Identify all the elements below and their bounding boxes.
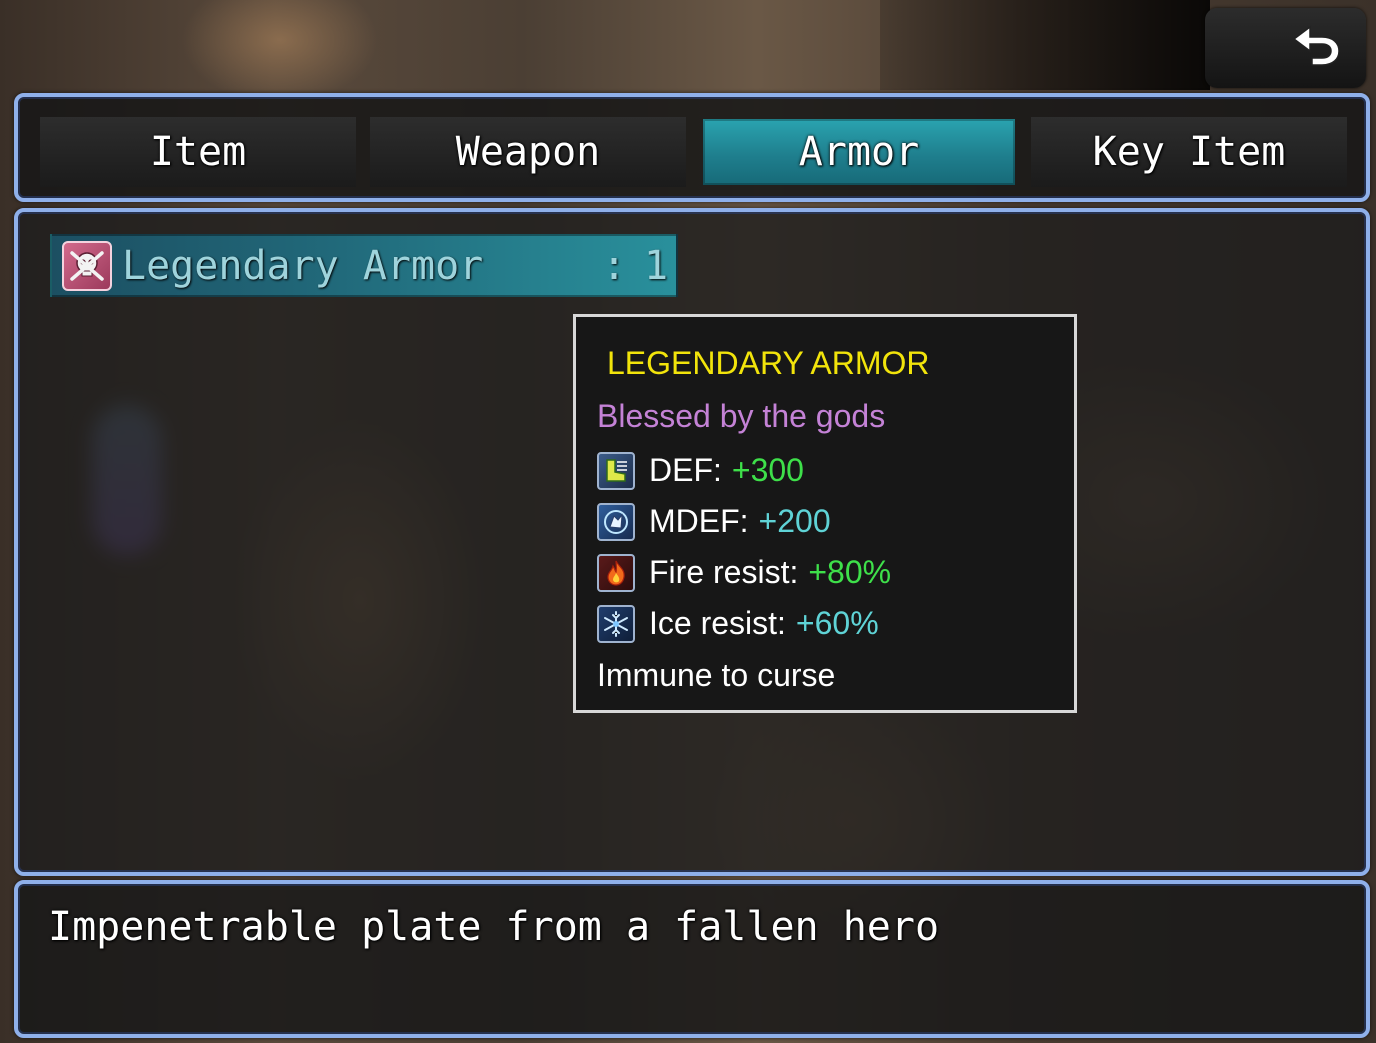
- help-window: Impenetrable plate from a fallen hero: [14, 880, 1370, 1038]
- item-list-window: Legendary Armor : 1 LEGENDARY ARMOR Bles…: [14, 208, 1370, 876]
- item-tooltip: LEGENDARY ARMOR Blessed by the gods DEF:…: [573, 314, 1077, 713]
- item-separator: :: [602, 242, 627, 289]
- stat-label: DEF:: [649, 452, 722, 488]
- tab-armor[interactable]: Armor: [703, 119, 1015, 185]
- skull-armor-icon: [62, 240, 112, 291]
- ice-icon: [597, 604, 635, 643]
- tooltip-title: LEGENDARY ARMOR: [607, 345, 930, 381]
- stat-row-mdef: MDEF: +200: [597, 496, 1074, 547]
- defense-boot-icon: [597, 451, 635, 490]
- magic-defense-icon: [597, 502, 635, 541]
- tab-item[interactable]: Item: [40, 117, 356, 187]
- item-description: Impenetrable plate from a fallen hero: [48, 904, 940, 950]
- stat-label: Fire resist:: [649, 554, 799, 590]
- category-tab-bar: Item Weapon Armor Key Item: [14, 93, 1370, 202]
- fire-icon: [597, 553, 635, 592]
- background-shadow: [880, 0, 1210, 90]
- stat-row-ice-resist: Ice resist: +60%: [597, 598, 1074, 649]
- stat-value: +80%: [808, 554, 892, 590]
- item-name: Legendary Armor: [122, 242, 484, 289]
- stat-row-fire-resist: Fire resist: +80%: [597, 547, 1074, 598]
- stat-row-def: DEF: +300: [597, 445, 1074, 496]
- back-button[interactable]: [1205, 8, 1366, 88]
- tooltip-note: Immune to curse: [597, 657, 836, 693]
- tooltip-subtitle: Blessed by the gods: [597, 398, 886, 434]
- tab-weapon[interactable]: Weapon: [370, 117, 686, 187]
- back-arrow-icon: [1292, 25, 1340, 66]
- stat-value: +60%: [795, 605, 879, 641]
- stat-value: +200: [758, 503, 831, 539]
- stat-label: Ice resist:: [649, 605, 786, 641]
- tab-key-item[interactable]: Key Item: [1031, 117, 1347, 187]
- item-count: 1: [644, 242, 669, 289]
- stat-value: +300: [731, 452, 804, 488]
- stat-label: MDEF:: [649, 503, 749, 539]
- list-item-legendary-armor[interactable]: Legendary Armor : 1: [50, 234, 678, 297]
